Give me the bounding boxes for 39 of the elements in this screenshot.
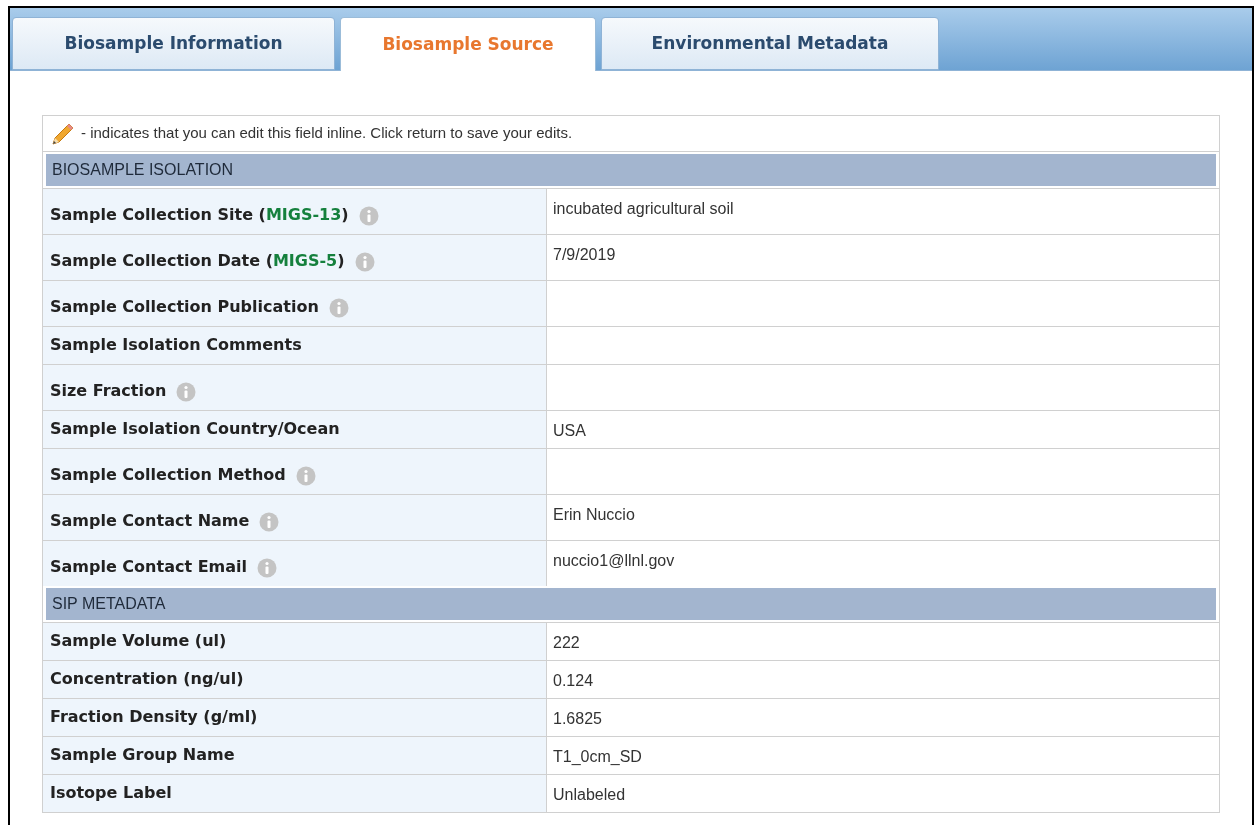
info-icon[interactable] [358,206,379,226]
note-text: - indicates that you can edit this field inline. Click return to save your edits. [81,123,573,144]
field-label: Sample Isolation Country/Ocean [50,418,340,440]
field-label: Concentration (ng/ul) [50,668,244,690]
tab[interactable]: Environmental Metadata [601,17,939,70]
field-value: T1_0cm_SD [553,748,642,765]
field-value: USA [553,422,586,439]
migs-link[interactable]: MIGS-13 [265,205,342,224]
info-icon[interactable] [257,558,277,578]
field-value: nuccio1@llnl.gov [553,552,675,569]
field-label: Sample Isolation Comments [50,334,302,356]
field-label: Sample Collection Method [50,464,286,486]
field-value: Unlabeled [553,786,626,803]
field-label: Sample Collection Publication [50,296,319,318]
field-label: Sample Group Name [50,744,235,766]
info-icon[interactable] [259,512,280,532]
info-icon[interactable] [295,466,316,486]
info-icon[interactable] [176,382,197,402]
field-value: incubated agricultural soil [553,200,734,217]
field-label: Size Fraction [50,380,167,402]
info-icon[interactable] [354,252,375,272]
field-label: Sample Contact Email [50,556,247,578]
migs-link[interactable]: MIGS-5 [272,251,338,270]
field-value: 1.6825 [553,710,602,727]
field-label: Sample Collection Site (MIGS-13) [50,204,349,226]
field-label: Isotope Label [50,782,172,804]
field-value: Erin Nuccio [553,506,635,523]
field-value: 7/9/2019 [553,246,616,263]
field-value: 222 [553,634,580,651]
tab[interactable]: Biosample Information [12,17,335,70]
tab[interactable]: Biosample Source [340,17,596,71]
field-label: Sample Collection Date (MIGS-5) [50,250,345,272]
field-label: Fraction Density (g/ml) [50,706,258,728]
field-value: 0.124 [553,672,594,689]
field-label: Sample Contact Name [50,510,250,532]
field-label: Sample Volume (ul) [50,630,227,652]
info-icon[interactable] [328,298,349,318]
section-header: BIOSAMPLE ISOLATION [46,154,1216,186]
section-header: SIP METADATA [46,588,1216,620]
